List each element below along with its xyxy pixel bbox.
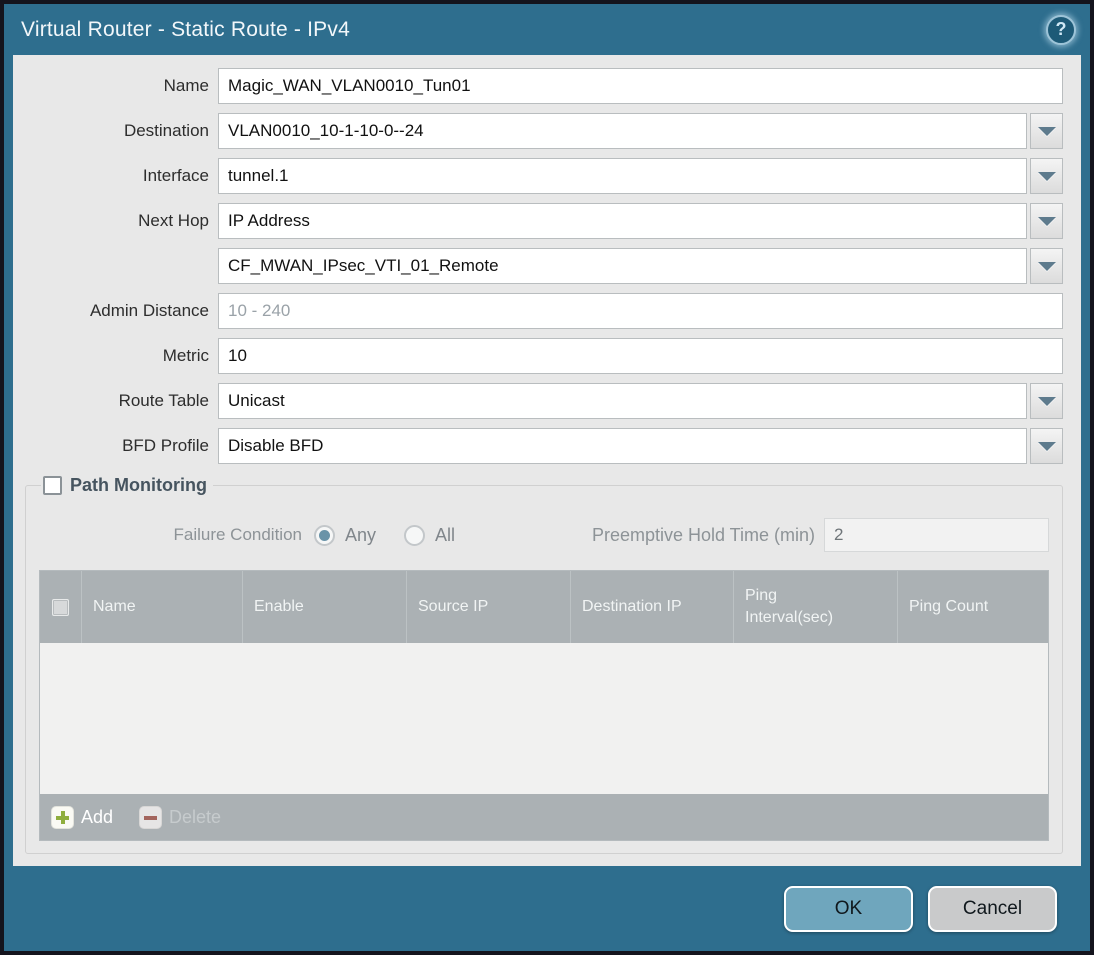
table-header-checkbox-cell (40, 571, 82, 643)
next-hop-dropdown-button[interactable] (1030, 203, 1063, 239)
next-hop-address-field-wrap (218, 248, 1063, 284)
table-header-ping-count[interactable]: Ping Count (898, 571, 1048, 643)
radio-all-label: All (435, 524, 456, 545)
help-icon[interactable]: ? (1046, 14, 1076, 45)
route-table-input[interactable] (218, 383, 1027, 419)
minus-icon (139, 805, 163, 829)
route-table-label: Route Table (118, 391, 209, 410)
table-header-ping-interval[interactable]: Ping Interval(sec) (734, 571, 898, 643)
interface-label: Interface (142, 166, 209, 185)
dialog-content: Name Destination Interface (13, 55, 1081, 866)
bfd-profile-dropdown-button[interactable] (1030, 428, 1063, 464)
name-label: Name (163, 76, 209, 95)
delete-button[interactable]: Delete (139, 805, 222, 829)
interface-dropdown-button[interactable] (1030, 158, 1063, 194)
interface-input[interactable] (218, 158, 1027, 194)
path-monitoring-title: Path Monitoring (70, 475, 207, 495)
admin-distance-field-wrap (218, 293, 1063, 329)
radio-dot-icon (319, 529, 330, 541)
plus-icon (51, 805, 74, 829)
radio-all[interactable] (404, 524, 426, 546)
destination-input[interactable] (218, 113, 1027, 149)
metric-field-wrap (218, 338, 1063, 374)
admin-distance-input[interactable] (218, 293, 1063, 329)
path-monitoring-table: Name Enable Source IP Destination IP Pin… (39, 570, 1049, 841)
add-button-label: Add (81, 806, 114, 827)
radio-any-label: Any (345, 524, 377, 545)
delete-button-label: Delete (169, 806, 222, 827)
next-hop-type-input[interactable] (218, 203, 1027, 239)
path-monitoring-checkbox[interactable] (43, 476, 62, 495)
screen-frame: Virtual Router - Static Route - IPv4 ? N… (0, 0, 1094, 955)
admin-distance-label: Admin Distance (89, 301, 209, 320)
chevron-down-icon (1037, 171, 1056, 181)
form-row-next-hop-address (25, 248, 1063, 284)
metric-label: Metric (162, 346, 209, 365)
preemptive-hold-time-input[interactable] (824, 518, 1049, 552)
interface-field-wrap (218, 158, 1063, 194)
dialog-titlebar: Virtual Router - Static Route - IPv4 ? (4, 4, 1090, 55)
next-hop-label: Next Hop (138, 211, 209, 230)
select-all-checkbox[interactable] (52, 598, 69, 616)
failure-condition-radio-group: Any All (314, 524, 456, 546)
bfd-profile-field-wrap (218, 428, 1063, 464)
form-row-destination: Destination (25, 113, 1063, 149)
cancel-button[interactable]: Cancel (928, 885, 1057, 932)
static-route-dialog: Virtual Router - Static Route - IPv4 ? N… (4, 4, 1090, 951)
form-row-admin-distance: Admin Distance (25, 293, 1063, 329)
form-row-interface: Interface (25, 158, 1063, 194)
table-header-source-ip[interactable]: Source IP (407, 571, 571, 643)
next-hop-address-dropdown-button[interactable] (1030, 248, 1063, 284)
table-header-enable[interactable]: Enable (243, 571, 407, 643)
table-body-empty (40, 643, 1048, 794)
chevron-down-icon (1037, 441, 1056, 451)
chevron-down-icon (1037, 126, 1056, 136)
form-row-next-hop: Next Hop (25, 203, 1063, 239)
failure-condition-label: Failure Condition (173, 525, 302, 544)
form-row-name: Name (25, 68, 1063, 104)
bfd-profile-input[interactable] (218, 428, 1027, 464)
chevron-down-icon (1037, 261, 1056, 271)
route-table-field-wrap (218, 383, 1063, 419)
destination-dropdown-button[interactable] (1030, 113, 1063, 149)
form-row-bfd-profile: BFD Profile (25, 428, 1063, 464)
table-header-name[interactable]: Name (82, 571, 243, 643)
preemptive-hold-time-label: Preemptive Hold Time (min) (591, 524, 815, 545)
name-input[interactable] (218, 68, 1063, 104)
dialog-title: Virtual Router - Static Route - IPv4 (21, 17, 350, 41)
table-header-row: Name Enable Source IP Destination IP Pin… (40, 571, 1048, 643)
failure-condition-row: Failure Condition Any All Preemptive Hol… (39, 518, 1049, 552)
add-button[interactable]: Add (51, 805, 114, 829)
dialog-footer: OK Cancel (4, 866, 1090, 951)
path-monitoring-legend: Path Monitoring (41, 475, 213, 496)
radio-item-all: All (404, 524, 456, 546)
table-footer-toolbar: Add Delete (40, 794, 1048, 840)
destination-label: Destination (123, 121, 209, 140)
next-hop-field-wrap (218, 203, 1063, 239)
radio-any[interactable] (314, 524, 335, 546)
route-table-dropdown-button[interactable] (1030, 383, 1063, 419)
bfd-profile-label: BFD Profile (122, 436, 209, 455)
table-header-destination-ip[interactable]: Destination IP (571, 571, 734, 643)
ok-button[interactable]: OK (784, 885, 913, 932)
metric-input[interactable] (218, 338, 1063, 374)
form-row-metric: Metric (25, 338, 1063, 374)
radio-item-any: Any (314, 524, 377, 546)
chevron-down-icon (1037, 396, 1056, 406)
next-hop-address-label (25, 248, 218, 284)
name-field-wrap (218, 68, 1063, 104)
form-row-route-table: Route Table (25, 383, 1063, 419)
path-monitoring-section: Path Monitoring Failure Condition Any Al… (25, 475, 1063, 854)
destination-field-wrap (218, 113, 1063, 149)
next-hop-address-input[interactable] (218, 248, 1027, 284)
chevron-down-icon (1037, 216, 1056, 226)
